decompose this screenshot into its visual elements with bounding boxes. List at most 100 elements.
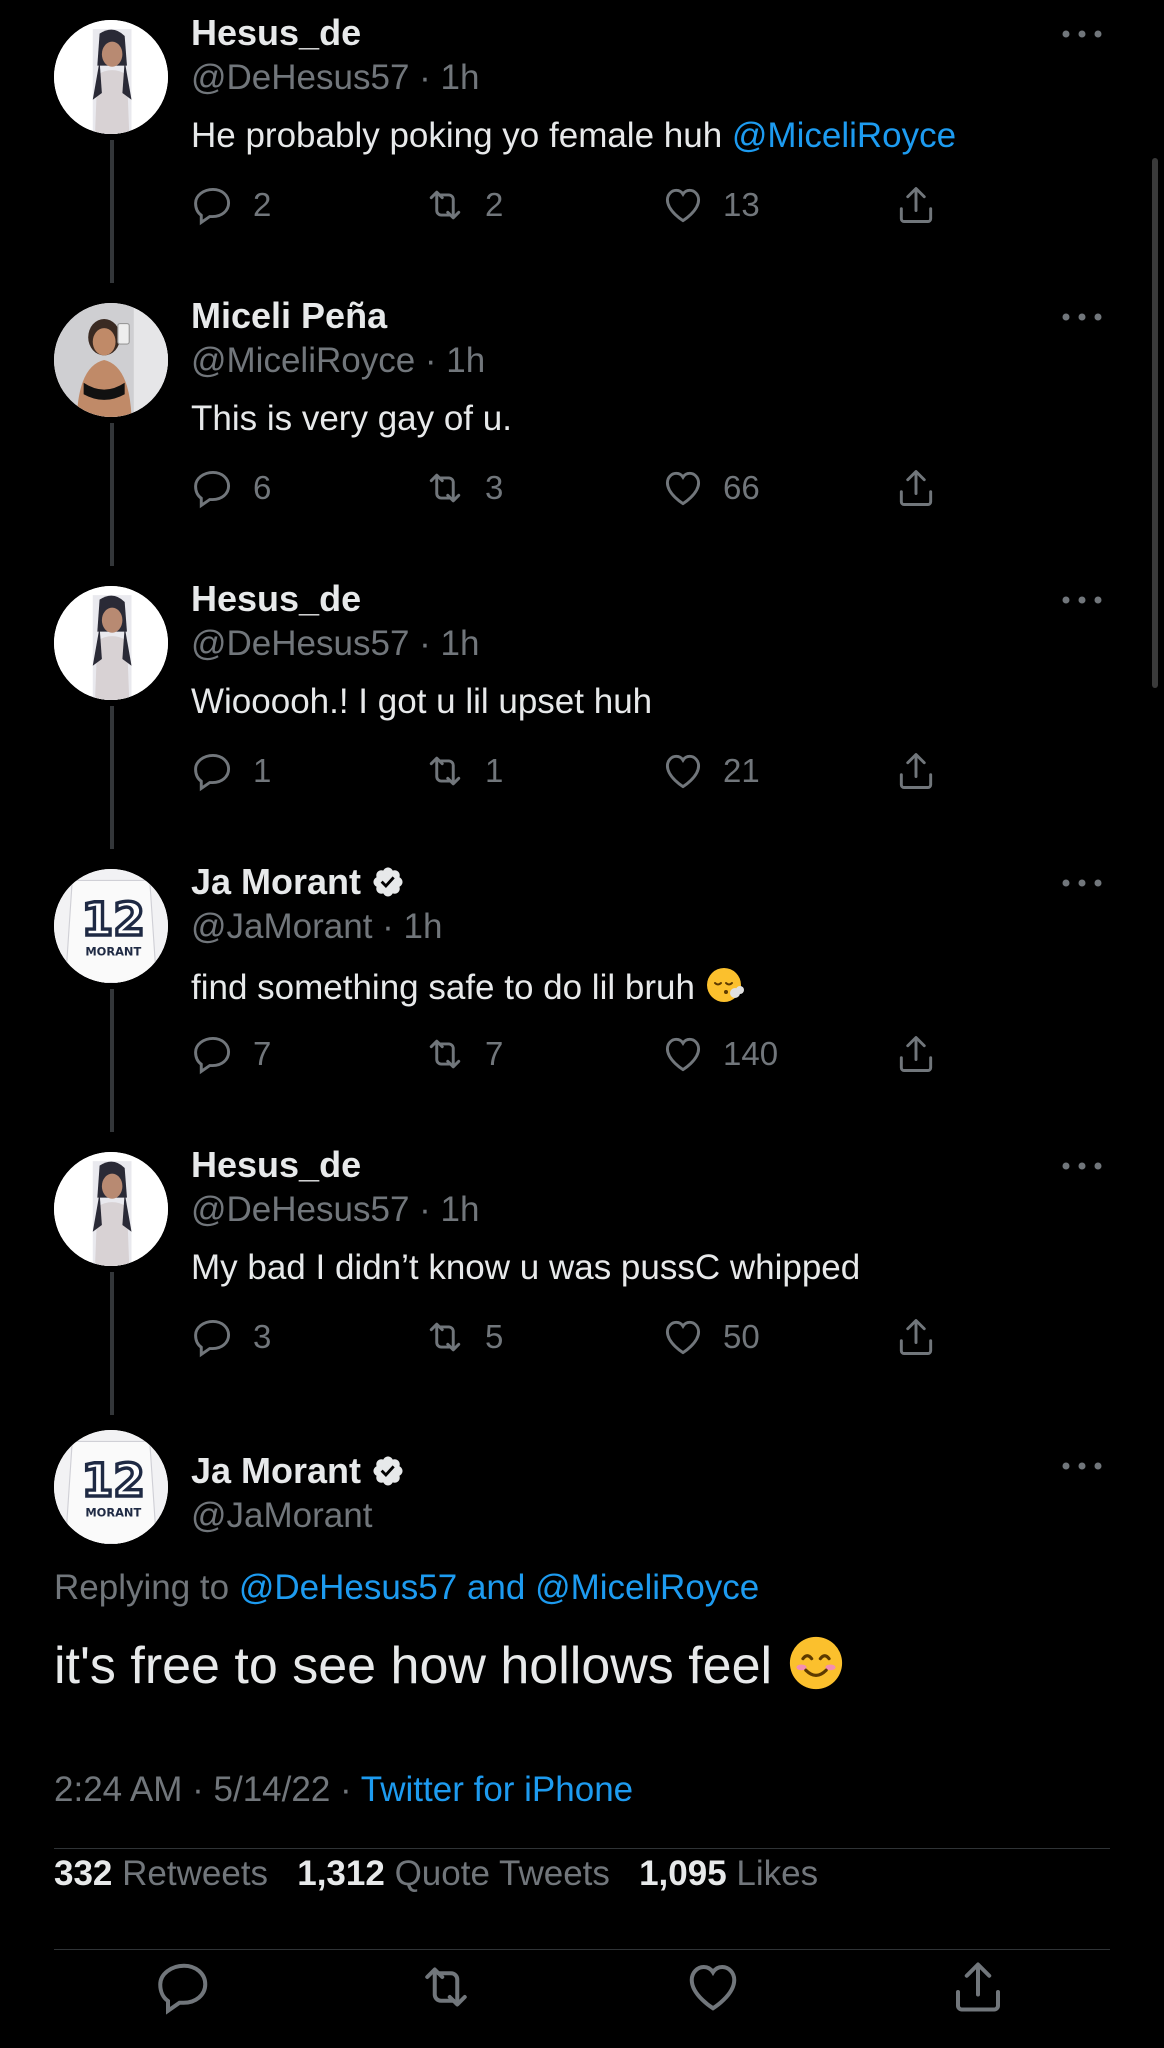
- author-handle[interactable]: @DeHesus57: [191, 1190, 409, 1229]
- reply-action[interactable]: 3: [191, 1315, 271, 1359]
- like-action[interactable]: 66: [661, 466, 760, 510]
- author-handle[interactable]: @JaMorant: [191, 1496, 372, 1536]
- scrollbar[interactable]: [1152, 158, 1158, 688]
- reply-action[interactable]: 7: [191, 1032, 271, 1076]
- share-action[interactable]: [894, 183, 938, 227]
- like-action[interactable]: 50: [661, 1315, 760, 1359]
- reply-icon[interactable]: [191, 1315, 235, 1359]
- jersey-name: MORANT: [85, 1506, 141, 1520]
- tweet-time[interactable]: 2:24 AM: [54, 1770, 182, 1809]
- retweet-action[interactable]: 7: [423, 1032, 503, 1076]
- retweet-icon[interactable]: [416, 1957, 476, 2017]
- heart-icon[interactable]: [683, 1957, 743, 2017]
- avatar[interactable]: [54, 20, 168, 134]
- reply-action[interactable]: 1: [191, 749, 271, 793]
- like-action[interactable]: 21: [661, 749, 760, 793]
- retweet-action[interactable]: 3: [423, 466, 503, 510]
- tweet-time[interactable]: 1h: [404, 907, 443, 946]
- heart-icon[interactable]: [661, 1315, 705, 1359]
- like-action[interactable]: 13: [661, 183, 760, 227]
- tweet-actions: 7 7 140: [191, 1032, 951, 1084]
- heart-icon[interactable]: [661, 466, 705, 510]
- heart-icon[interactable]: [661, 749, 705, 793]
- mention-link[interactable]: @MiceliRoyce: [732, 116, 956, 155]
- retweet-icon[interactable]: [423, 466, 467, 510]
- reply-tweet[interactable]: 12 MORANT Ja Morant @JaMorant · 1h find …: [0, 849, 1164, 1132]
- heart-icon[interactable]: [661, 183, 705, 227]
- reply-icon[interactable]: [191, 183, 235, 227]
- tweet-text: Wiooooh.! I got u lil upset huh: [191, 682, 652, 722]
- more-icon[interactable]: [1060, 877, 1104, 889]
- share-action[interactable]: [894, 749, 938, 793]
- reply-tweet[interactable]: Hesus_de @DeHesus57 · 1h My bad I didn’t…: [0, 1132, 1164, 1415]
- retweet-icon[interactable]: [423, 1315, 467, 1359]
- avatar[interactable]: 12 MORANT: [54, 869, 168, 983]
- author-name[interactable]: Hesus_de: [191, 578, 361, 620]
- more-icon[interactable]: [1060, 1460, 1104, 1472]
- replying-mentions[interactable]: @DeHesus57 and @MiceliRoyce: [239, 1568, 759, 1607]
- author-handle[interactable]: @JaMorant: [191, 907, 372, 946]
- tweet-source[interactable]: Twitter for iPhone: [361, 1770, 633, 1809]
- tweet-time[interactable]: 1h: [441, 58, 480, 97]
- likes-stat[interactable]: 1,095 Likes: [639, 1854, 818, 1893]
- like-action[interactable]: 140: [661, 1032, 778, 1076]
- tweet-body: it's free to see how hollows feel: [54, 1637, 787, 1696]
- retweets-stat[interactable]: 332 Retweets: [54, 1854, 268, 1893]
- reply-icon[interactable]: [191, 1032, 235, 1076]
- retweet-action[interactable]: 2: [423, 183, 503, 227]
- author-handle[interactable]: @MiceliRoyce: [191, 341, 415, 380]
- reply-icon[interactable]: [191, 466, 235, 510]
- tweet-stats: 332 Retweets 1,312 Quote Tweets 1,095 Li…: [54, 1854, 818, 1894]
- share-icon[interactable]: [894, 1315, 938, 1359]
- more-icon[interactable]: [1060, 1160, 1104, 1172]
- thread-line: [110, 423, 114, 566]
- author-name[interactable]: Ja Morant: [191, 1450, 361, 1492]
- author-row: Ja Morant: [191, 1450, 405, 1492]
- heart-icon[interactable]: [661, 1032, 705, 1076]
- retweet-action[interactable]: 1: [423, 749, 503, 793]
- more-icon[interactable]: [1060, 28, 1104, 40]
- more-icon[interactable]: [1060, 311, 1104, 323]
- hesus-avatar-art: [54, 586, 168, 700]
- author-name[interactable]: Ja Morant: [191, 861, 361, 903]
- quotes-label: Quote Tweets: [394, 1854, 610, 1893]
- jersey-avatar-art: 12 MORANT: [54, 869, 168, 983]
- author-name[interactable]: Hesus_de: [191, 12, 361, 54]
- avatar[interactable]: [54, 303, 168, 417]
- retweet-icon[interactable]: [423, 183, 467, 227]
- reply-tweet[interactable]: Miceli Peña @MiceliRoyce · 1h This is ve…: [0, 283, 1164, 566]
- tweet-time[interactable]: 1h: [441, 624, 480, 663]
- reply-tweet[interactable]: Hesus_de @DeHesus57 · 1h He probably pok…: [0, 0, 1164, 283]
- retweet-icon[interactable]: [423, 1032, 467, 1076]
- quotes-stat[interactable]: 1,312 Quote Tweets: [297, 1854, 610, 1893]
- retweet-icon[interactable]: [423, 749, 467, 793]
- reply-action[interactable]: 2: [191, 183, 271, 227]
- share-icon[interactable]: [894, 183, 938, 227]
- author-handle[interactable]: @DeHesus57: [191, 58, 409, 97]
- author-name[interactable]: Hesus_de: [191, 1144, 361, 1186]
- tweet-text: My bad I didn’t know u was pussC whipped: [191, 1248, 860, 1288]
- share-action[interactable]: [894, 466, 938, 510]
- tweet-time[interactable]: 1h: [446, 341, 485, 380]
- tweet-date[interactable]: 5/14/22: [214, 1770, 331, 1809]
- tweet-time[interactable]: 1h: [441, 1190, 480, 1229]
- author-row: Hesus_de: [191, 578, 361, 620]
- reply-icon[interactable]: [191, 749, 235, 793]
- avatar[interactable]: [54, 586, 168, 700]
- retweet-action[interactable]: 5: [423, 1315, 503, 1359]
- share-action[interactable]: [894, 1315, 938, 1359]
- avatar[interactable]: [54, 1152, 168, 1266]
- share-icon[interactable]: [894, 749, 938, 793]
- author-name[interactable]: Miceli Peña: [191, 295, 387, 337]
- reply-tweet[interactable]: Hesus_de @DeHesus57 · 1h Wiooooh.! I got…: [0, 566, 1164, 849]
- avatar-ja-morant[interactable]: 12 MORANT: [54, 1430, 168, 1544]
- share-action[interactable]: [894, 1032, 938, 1076]
- author-handle[interactable]: @DeHesus57: [191, 624, 409, 663]
- reply-action[interactable]: 6: [191, 466, 271, 510]
- share-icon[interactable]: [948, 1957, 1008, 2017]
- tweet-text: This is very gay of u.: [191, 399, 512, 439]
- share-icon[interactable]: [894, 466, 938, 510]
- reply-icon[interactable]: [154, 1957, 214, 2017]
- more-icon[interactable]: [1060, 594, 1104, 606]
- share-icon[interactable]: [894, 1032, 938, 1076]
